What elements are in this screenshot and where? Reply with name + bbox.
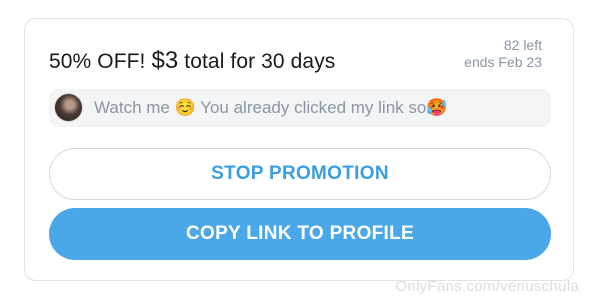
promotion-price: $3 [151, 47, 179, 74]
promotion-message: Watch me ☺️ You already clicked my link … [49, 89, 551, 127]
copy-link-button[interactable]: COPY LINK TO PROFILE [49, 208, 551, 260]
promotion-title: 50% OFF! $3 total for 30 days [49, 47, 335, 75]
stop-promotion-button[interactable]: STOP PROMOTION [49, 148, 551, 200]
avatar [54, 93, 83, 122]
remaining-count: 82 left [503, 37, 542, 53]
promotion-meta: 82 left ends Feb 23 [464, 37, 542, 71]
promotion-card: 50% OFF! $3 total for 30 days 82 left en… [24, 18, 574, 281]
promotion-message-text: Watch me ☺️ You already clicked my link … [94, 98, 448, 117]
promotion-duration: total for 30 days [178, 50, 336, 73]
watermark-text: OnlyFans.com/venuschula [395, 278, 579, 295]
end-date: ends Feb 23 [464, 54, 542, 70]
promotion-discount: 50% OFF! [49, 50, 152, 73]
